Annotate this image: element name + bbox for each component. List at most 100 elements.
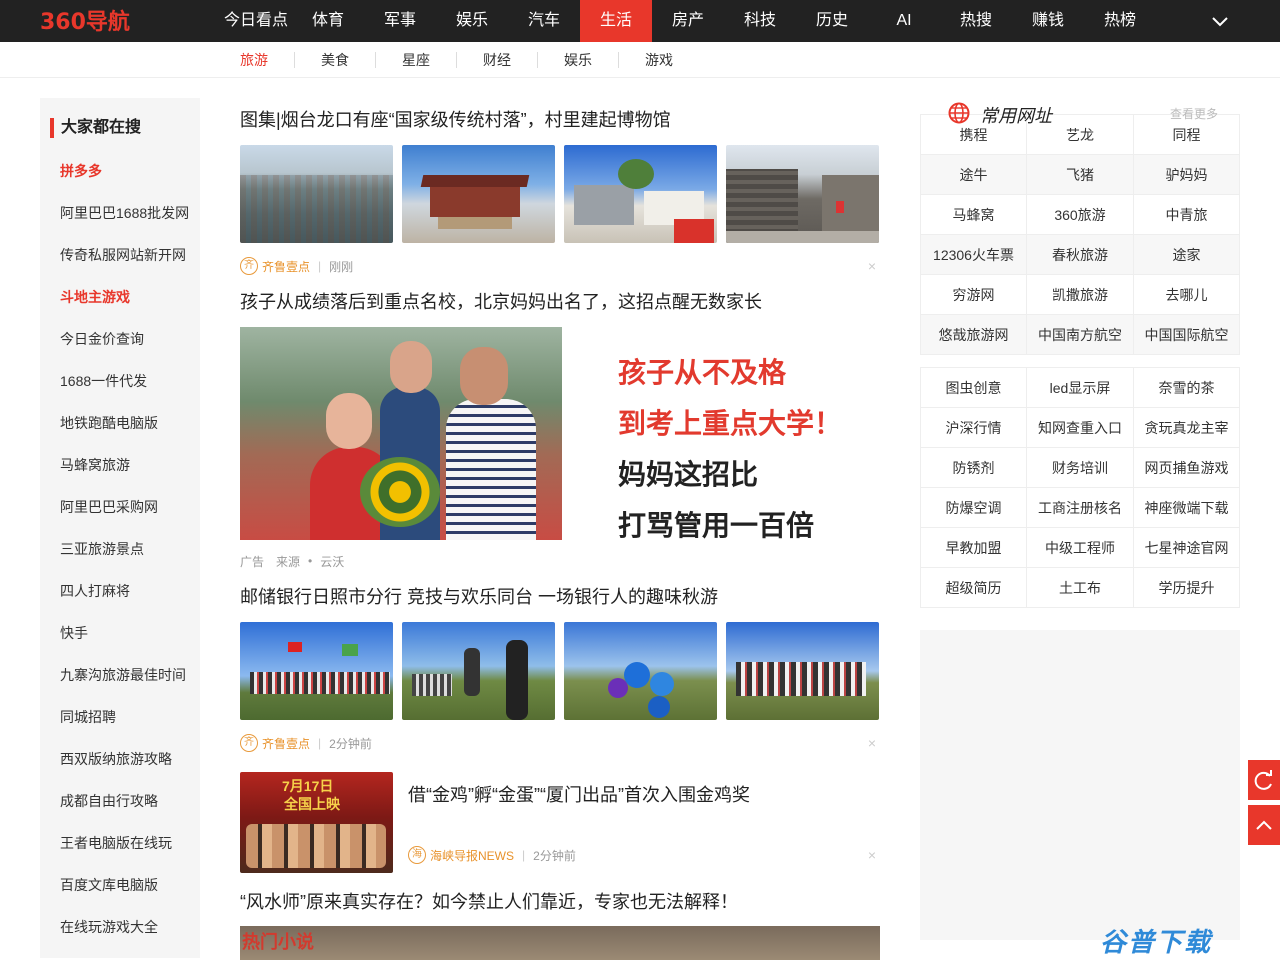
site-link[interactable]: 超级简历 xyxy=(921,568,1027,608)
hot-search-item[interactable]: 四人打麻将 xyxy=(60,580,189,622)
news-title[interactable]: 邮储银行日照市分行 竞技与欢乐同台 一场银行人的趣味秋游 xyxy=(240,585,718,609)
sub-tab-1[interactable]: 美食 xyxy=(294,52,375,68)
hot-search-item[interactable]: 地铁跑酷电脑版 xyxy=(60,412,189,454)
site-link[interactable]: 奈雪的茶 xyxy=(1134,368,1240,408)
site-link[interactable]: 中国国际航空 xyxy=(1134,315,1240,355)
tab-9[interactable]: AI xyxy=(868,0,940,42)
news-item[interactable]: 图集|烟台龙口有座“国家级传统村落”，村里建起博物馆 xyxy=(240,108,671,132)
sub-tab-5[interactable]: 游戏 xyxy=(618,52,699,68)
news-image[interactable] xyxy=(726,622,879,720)
site-link[interactable]: 防锈剂 xyxy=(921,448,1027,488)
site-link[interactable]: 驴妈妈 xyxy=(1134,155,1240,195)
site-link[interactable]: 凯撒旅游 xyxy=(1027,275,1134,315)
news-item[interactable]: “风水师”原来真实存在？如今禁止人们靠近，专家也无法解释！ xyxy=(240,890,738,914)
hot-search-item[interactable]: 九寨沟旅游最佳时间 xyxy=(60,664,189,706)
news-image[interactable] xyxy=(240,145,393,243)
ad-banner[interactable]: 孩子从不及格 到考上重点大学！ 妈妈这招比 打骂管用一百倍 xyxy=(240,327,880,542)
site-link[interactable]: 沪深行情 xyxy=(921,408,1027,448)
news-image[interactable] xyxy=(726,145,879,243)
site-link[interactable]: 途家 xyxy=(1134,235,1240,275)
site-link[interactable]: 财务培训 xyxy=(1027,448,1134,488)
tab-4[interactable]: 汽车 xyxy=(508,0,580,42)
tab-3[interactable]: 娱乐 xyxy=(436,0,508,42)
news-source[interactable]: 云沃 xyxy=(320,553,344,570)
site-link[interactable]: 图虫创意 xyxy=(921,368,1027,408)
site-link[interactable]: 飞猪 xyxy=(1027,155,1134,195)
tab-8[interactable]: 历史 xyxy=(796,0,868,42)
site-link[interactable]: 早教加盟 xyxy=(921,528,1027,568)
chevron-down-icon[interactable] xyxy=(1206,12,1234,32)
close-icon[interactable]: × xyxy=(868,258,876,274)
hot-search-item[interactable]: 快手 xyxy=(60,622,189,664)
back-to-top-icon[interactable] xyxy=(1248,805,1280,845)
hot-search-item[interactable]: 拼多多 xyxy=(60,160,189,202)
360-logo[interactable]: 360导航 xyxy=(40,8,162,34)
hot-search-item[interactable]: 三亚旅游景点 xyxy=(60,538,189,580)
tab-1[interactable]: 体育 xyxy=(292,0,364,42)
tab-0[interactable]: 今日看点 xyxy=(220,0,292,42)
news-image[interactable] xyxy=(564,145,717,243)
site-link[interactable]: 知网查重入口 xyxy=(1027,408,1134,448)
site-link[interactable]: led显示屏 xyxy=(1027,368,1134,408)
tab-7[interactable]: 科技 xyxy=(724,0,796,42)
tab-5[interactable]: 生活 xyxy=(580,0,652,42)
news-image[interactable] xyxy=(402,145,555,243)
site-link[interactable]: 途牛 xyxy=(921,155,1027,195)
hot-search-item[interactable]: 在线玩游戏大全 xyxy=(60,916,189,958)
news-image[interactable] xyxy=(564,622,717,720)
hot-search-item[interactable]: 西双版纳旅游攻略 xyxy=(60,748,189,790)
site-link[interactable]: 中国南方航空 xyxy=(1027,315,1134,355)
sub-tab-0[interactable]: 旅游 xyxy=(214,52,294,68)
site-link[interactable]: 学历提升 xyxy=(1134,568,1240,608)
sub-tab-3[interactable]: 财经 xyxy=(456,52,537,68)
site-link[interactable]: 去哪儿 xyxy=(1134,275,1240,315)
site-link[interactable]: 工商注册核名 xyxy=(1027,488,1134,528)
sub-tab-2[interactable]: 星座 xyxy=(375,52,456,68)
site-link[interactable]: 七星神途官网 xyxy=(1134,528,1240,568)
news-title[interactable]: 图集|烟台龙口有座“国家级传统村落”，村里建起博物馆 xyxy=(240,108,671,132)
site-link[interactable]: 贪玩真龙主宰 xyxy=(1134,408,1240,448)
site-link[interactable]: 神座微端下载 xyxy=(1134,488,1240,528)
news-image[interactable] xyxy=(402,622,555,720)
hot-search-item[interactable]: 百度文库电脑版 xyxy=(60,874,189,916)
news-title[interactable]: 孩子从成绩落后到重点名校，北京妈妈出名了，这招点醒无数家长 xyxy=(240,290,762,314)
site-link[interactable]: 马蜂窝 xyxy=(921,195,1027,235)
site-link[interactable]: 悠哉旅游网 xyxy=(921,315,1027,355)
news-source[interactable]: 齐鲁壹点 xyxy=(262,735,310,752)
tab-10[interactable]: 热搜 xyxy=(940,0,1012,42)
sub-tab-4[interactable]: 娱乐 xyxy=(537,52,618,68)
news-image[interactable] xyxy=(240,622,393,720)
site-link[interactable]: 穷游网 xyxy=(921,275,1027,315)
hot-search-item[interactable]: 传奇私服网站新开网 xyxy=(60,244,189,286)
tab-11[interactable]: 赚钱 xyxy=(1012,0,1084,42)
tab-12[interactable]: 热榜 xyxy=(1084,0,1156,42)
tab-6[interactable]: 房产 xyxy=(652,0,724,42)
close-icon[interactable]: × xyxy=(868,735,876,751)
hot-search-item[interactable]: 1688一件代发 xyxy=(60,370,189,412)
site-link[interactable]: 12306火车票 xyxy=(921,235,1027,275)
hot-search-item[interactable]: 今日金价查询 xyxy=(60,328,189,370)
news-title[interactable]: “风水师”原来真实存在？如今禁止人们靠近，专家也无法解释！ xyxy=(240,890,738,914)
news-source[interactable]: 齐鲁壹点 xyxy=(262,258,310,275)
view-more-link[interactable]: 查看更多 xyxy=(1170,105,1218,122)
site-link[interactable]: 360旅游 xyxy=(1027,195,1134,235)
news-item[interactable]: 孩子从成绩落后到重点名校，北京妈妈出名了，这招点醒无数家长 xyxy=(240,290,762,314)
news-thumbnail[interactable]: 7月17日 全国上映 xyxy=(240,772,393,873)
hot-search-item[interactable]: 王者电脑版在线玩 xyxy=(60,832,189,874)
site-link[interactable]: 网页捕鱼游戏 xyxy=(1134,448,1240,488)
hot-search-item[interactable]: 斗地主游戏 xyxy=(60,286,189,328)
news-title[interactable]: 借“金鸡”孵“金蛋”“厦门出品”首次入围金鸡奖 xyxy=(408,783,750,807)
close-icon[interactable]: × xyxy=(868,847,876,863)
site-link[interactable]: 土工布 xyxy=(1027,568,1134,608)
news-source[interactable]: 海峡导报NEWS xyxy=(430,847,514,864)
site-link[interactable]: 中青旅 xyxy=(1134,195,1240,235)
hot-search-item[interactable]: 马蜂窝旅游 xyxy=(60,454,189,496)
refresh-icon[interactable] xyxy=(1248,760,1280,800)
hot-search-item[interactable]: 阿里巴巴1688批发网 xyxy=(60,202,189,244)
hot-search-item[interactable]: 阿里巴巴采购网 xyxy=(60,496,189,538)
news-image[interactable]: 热门小说 xyxy=(240,926,880,960)
news-item[interactable]: 借“金鸡”孵“金蛋”“厦门出品”首次入围金鸡奖 xyxy=(408,783,750,807)
site-link[interactable]: 防爆空调 xyxy=(921,488,1027,528)
hot-search-item[interactable]: 同城招聘 xyxy=(60,706,189,748)
site-link[interactable]: 中级工程师 xyxy=(1027,528,1134,568)
